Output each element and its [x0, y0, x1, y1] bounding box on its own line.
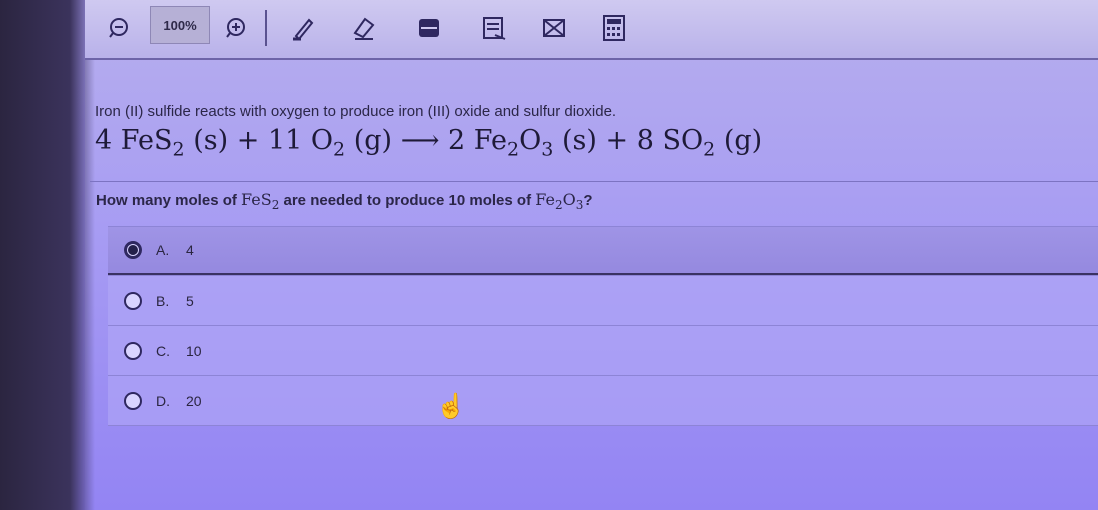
- option-c[interactable]: C. 10: [108, 325, 1098, 376]
- hand-cursor-icon: ☝: [436, 393, 466, 420]
- state: (g): [723, 125, 763, 156]
- state: (s): [193, 125, 229, 156]
- coefficient: 4: [95, 125, 113, 156]
- coefficient: 11: [267, 125, 303, 156]
- option-d[interactable]: D. 20: [108, 375, 1098, 426]
- toolbar: 100%: [85, 0, 1098, 60]
- option-value: 20: [186, 392, 202, 409]
- option-value: 10: [186, 342, 202, 359]
- question-intro: Iron (II) sulfide reacts with oxygen to …: [95, 103, 617, 120]
- plus-sign: +: [605, 125, 629, 156]
- option-letter: A.: [156, 242, 170, 258]
- option-value: 4: [186, 242, 194, 258]
- eraser-icon[interactable]: [350, 14, 378, 42]
- option-a[interactable]: A. 4: [108, 226, 1098, 276]
- product-1: Fe: [473, 125, 508, 156]
- plus-sign: +: [236, 125, 260, 156]
- delete-icon[interactable]: [540, 14, 568, 42]
- radio-button[interactable]: [124, 391, 142, 410]
- reactant-2: O: [310, 125, 334, 156]
- option-letter: C.: [156, 342, 170, 359]
- zoom-in-icon[interactable]: [222, 14, 250, 42]
- option-b[interactable]: B. 5: [108, 275, 1098, 326]
- radio-button[interactable]: [124, 341, 142, 360]
- chemical-equation: 4 FeS2 (s) + 11 O2 (g) ⟶ 2 Fe2O3 (s) + 8…: [95, 125, 763, 161]
- answer-options: A. 4 B. 5 C. 10 D. 20: [108, 226, 1098, 426]
- state: (g): [353, 125, 393, 156]
- pencil-icon[interactable]: [290, 14, 318, 42]
- question-prompt: How many moles of FeS2 are needed to pro…: [96, 190, 593, 213]
- divider: [90, 181, 1098, 182]
- radio-button[interactable]: [124, 291, 142, 310]
- coefficient: 8: [636, 125, 654, 156]
- option-value: 5: [186, 292, 194, 309]
- reactant-1: FeS: [120, 125, 173, 156]
- notes-icon[interactable]: [480, 14, 508, 42]
- option-letter: B.: [156, 292, 170, 309]
- calculator-icon[interactable]: [600, 14, 628, 42]
- zoom-out-icon[interactable]: [105, 14, 133, 42]
- highlight-icon[interactable]: [415, 14, 443, 42]
- toolbar-separator: [265, 10, 267, 46]
- zoom-level: 100%: [150, 6, 210, 44]
- state: (s): [561, 125, 597, 156]
- coefficient: 2: [448, 125, 466, 156]
- reaction-arrow: ⟶: [400, 125, 440, 156]
- option-letter: D.: [156, 392, 170, 409]
- radio-button[interactable]: [124, 241, 142, 259]
- product-2: SO: [662, 125, 704, 156]
